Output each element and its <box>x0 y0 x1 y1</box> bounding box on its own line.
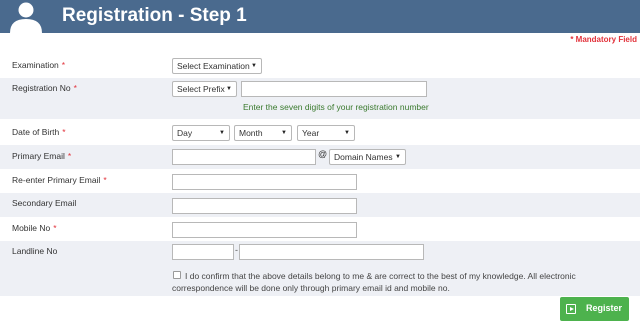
registration-prefix-select[interactable]: Select Prefix ▼ <box>172 81 237 97</box>
reenter-email-input[interactable] <box>172 174 357 190</box>
registration-number-input[interactable] <box>241 81 427 97</box>
dob-label: Date of Birth * <box>12 127 66 137</box>
chevron-down-icon: ▼ <box>226 86 232 92</box>
examination-label: Examination * <box>12 60 66 70</box>
dob-day-select[interactable]: Day ▼ <box>172 125 230 141</box>
mandatory-note: * Mandatory Field <box>570 35 637 44</box>
row-secondary-email: Secondary Email <box>0 193 640 217</box>
dob-month-select[interactable]: Month ▼ <box>234 125 292 141</box>
landline-label: Landline No <box>12 246 58 256</box>
chevron-down-icon: ▼ <box>395 154 401 160</box>
at-symbol: @ <box>318 149 328 159</box>
row-reenter-email: Re-enter Primary Email * <box>0 169 640 193</box>
chevron-down-icon: ▼ <box>251 63 257 69</box>
reenter-email-label: Re-enter Primary Email * <box>12 175 107 185</box>
page-title: Registration - Step 1 <box>62 5 247 26</box>
primary-email-label: Primary Email * <box>12 151 72 161</box>
chevron-down-icon: ▼ <box>344 130 350 136</box>
domain-names-select[interactable]: Domain Names ▼ <box>329 149 406 165</box>
examination-select[interactable]: Select Examination ▼ <box>172 58 262 74</box>
row-primary-email: Primary Email * @ Domain Names ▼ <box>0 145 640 169</box>
landline-number-input[interactable] <box>239 244 424 260</box>
primary-email-input[interactable] <box>172 149 316 165</box>
row-examination: Examination * Select Examination ▼ <box>0 56 640 78</box>
landline-separator: - <box>235 245 238 255</box>
chevron-down-icon: ▼ <box>219 130 225 136</box>
registration-hint: Enter the seven digits of your registrat… <box>243 102 429 112</box>
secondary-email-input[interactable] <box>172 198 357 214</box>
register-button[interactable]: Register <box>560 297 629 321</box>
arrow-right-box-icon <box>566 304 576 314</box>
row-registration-no: Registration No * Select Prefix ▼ Enter th… <box>0 78 640 119</box>
landline-std-input[interactable] <box>172 244 234 260</box>
mobile-input[interactable] <box>172 222 357 238</box>
registration-no-label: Registration No * <box>12 83 77 93</box>
mobile-label: Mobile No * <box>12 223 57 233</box>
page-header: Registration - Step 1 <box>0 0 640 33</box>
register-button-label: Register <box>586 303 623 313</box>
row-mobile: Mobile No * <box>0 217 640 241</box>
row-dob: Date of Birth * Day ▼ Month ▼ Year ▼ <box>0 121 640 145</box>
user-silhouette-icon <box>8 0 44 33</box>
chevron-down-icon: ▼ <box>281 130 287 136</box>
dob-year-select[interactable]: Year ▼ <box>297 125 355 141</box>
confirm-text: I do confirm that the above details belo… <box>172 271 576 293</box>
secondary-email-label: Secondary Email <box>12 198 77 208</box>
